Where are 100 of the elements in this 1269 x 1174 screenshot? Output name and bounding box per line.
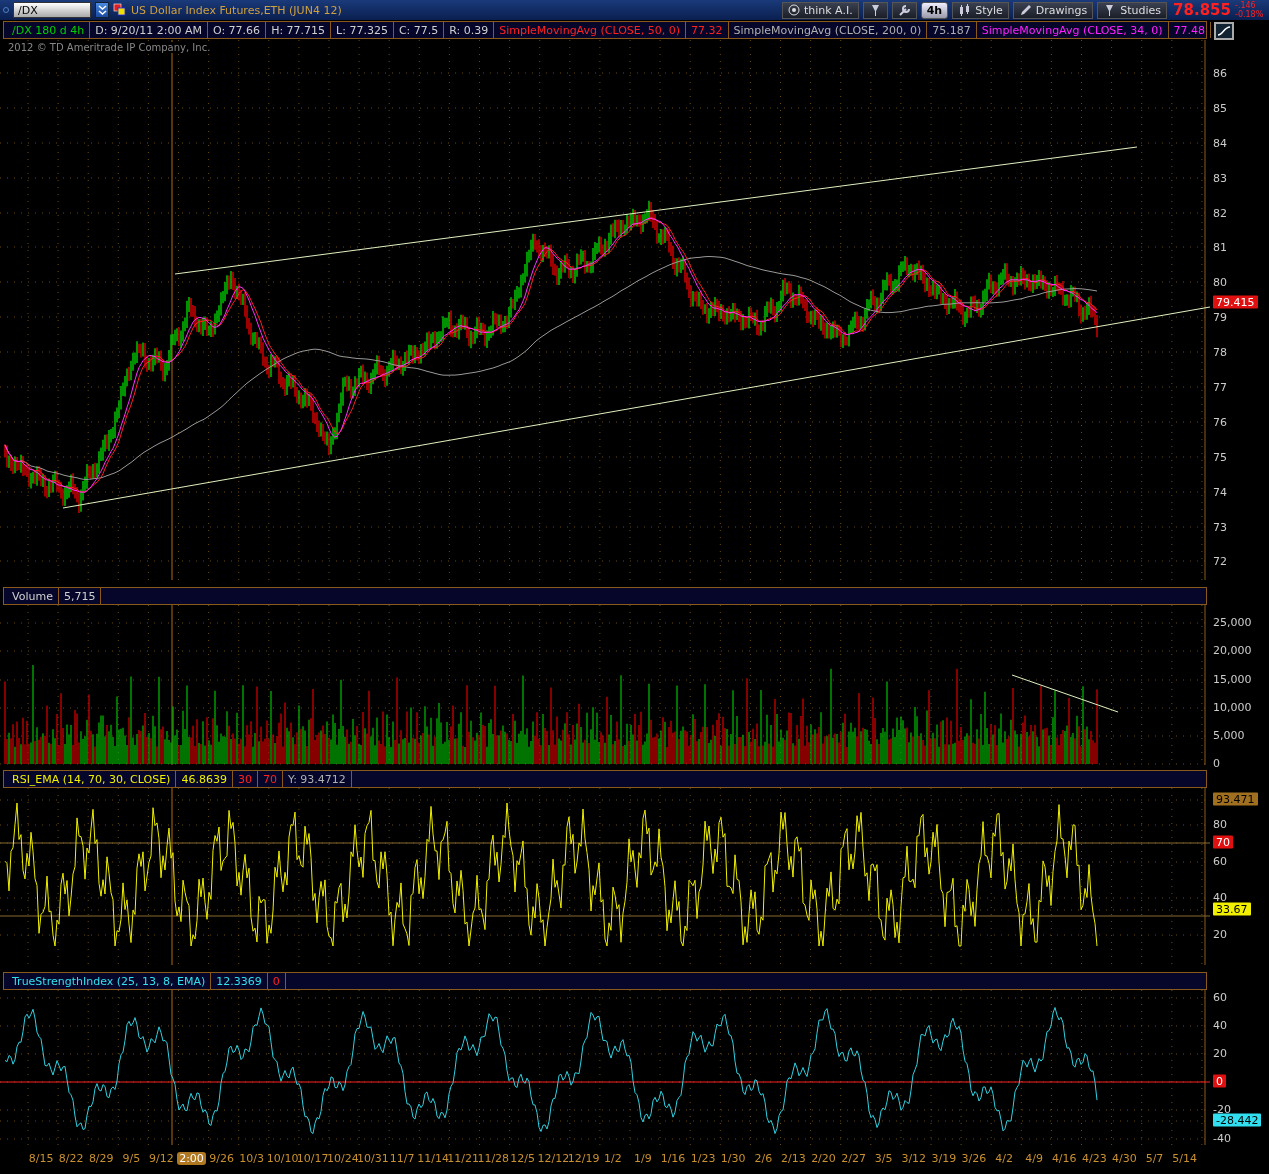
axis-label: 40 (1213, 1018, 1227, 1032)
net-change: -.146 (1235, 1, 1257, 10)
date-label: 11/21 (447, 1152, 478, 1165)
study-label: 75.187 (927, 22, 977, 38)
drawings-button[interactable]: Drawings (1012, 1, 1094, 19)
think-ai-button[interactable]: think A.I. (781, 1, 859, 19)
study-label: SimpleMovingAvg (CLOSE, 200, 0) (728, 22, 928, 38)
axis-value-marker: 70 (1213, 835, 1233, 849)
date-label: 12/5 (509, 1152, 536, 1165)
study-label: 12.3369 (211, 973, 268, 989)
date-label: 3/19 (930, 1152, 958, 1165)
study-label: Y: 93.4712 (282, 771, 352, 787)
date-label: 1/2 (602, 1152, 623, 1165)
date-label: 10/31 (357, 1152, 388, 1165)
date-label: 11/7 (388, 1152, 416, 1165)
study-label: H: 77.715 (266, 22, 332, 38)
axis-label: 77 (1213, 380, 1227, 394)
axis-label: 60 (1213, 854, 1227, 868)
squares-icon[interactable] (113, 3, 127, 17)
axis-label: 20,000 (1213, 643, 1252, 657)
study-label: 77.48 (1168, 22, 1212, 38)
pencil-icon (1018, 3, 1032, 17)
study-label: 30 (232, 771, 258, 787)
date-label: 1/9 (633, 1152, 653, 1165)
last-price: 78.855 (1173, 1, 1231, 19)
axis-label: 20 (1213, 927, 1227, 941)
axis-label: 5,000 (1213, 728, 1245, 742)
date-label: 10/10 (266, 1152, 297, 1165)
date-label: 3/5 (873, 1152, 894, 1165)
study-label: R: 0.39 (444, 22, 495, 38)
study-label: 0 (267, 973, 286, 989)
date-label: 2:00 (177, 1152, 206, 1165)
symbol-field[interactable]: /DX (13, 2, 91, 18)
chevron-icon (97, 4, 107, 16)
axis-label: -40 (1213, 1131, 1231, 1145)
study-label: O: 77.66 (207, 22, 267, 38)
date-label: 11/14 (417, 1152, 448, 1165)
date-label: 9/5 (121, 1152, 142, 1165)
date-label: 2/27 (840, 1152, 867, 1165)
study-label: D: 9/20/11 2:00 AM (90, 22, 208, 38)
date-label: 4/9 (1024, 1152, 1044, 1165)
axis-label: 72 (1213, 554, 1227, 568)
wrench-icon (897, 3, 911, 17)
date-label: 9/12 (148, 1152, 175, 1165)
aggregation-button[interactable]: 4h (920, 1, 949, 19)
curve-icon[interactable] (1214, 22, 1234, 40)
study-label: RSI_EMA (14, 70, 30, CLOSE) (4, 771, 177, 787)
date-label: 1/16 (659, 1152, 687, 1165)
axis-label: 83 (1213, 171, 1227, 185)
axis-label: 81 (1213, 240, 1227, 254)
axis-label: 40 (1213, 890, 1227, 904)
candles-icon (958, 3, 972, 17)
quick-studies-button[interactable] (862, 1, 888, 19)
study-label: /DX 180 d 4h (4, 22, 91, 38)
copyright-text: 2012 © TD Ameritrade IP Company, Inc. (8, 42, 211, 53)
date-label: 3/26 (960, 1152, 988, 1165)
percent-change: -0.18% (1235, 10, 1265, 19)
date-label: 4/2 (994, 1152, 1014, 1165)
study-label: C: 77.5 (393, 22, 445, 38)
axis-label: 86 (1213, 66, 1227, 80)
studies-button[interactable]: Studies (1097, 1, 1168, 19)
axis-label: 84 (1213, 136, 1227, 150)
axis-label: 78 (1213, 345, 1227, 359)
axis-value-marker: 0 (1213, 1074, 1226, 1088)
study-label: 70 (257, 771, 283, 787)
dropdown-button[interactable] (95, 2, 109, 18)
date-label: 4/30 (1111, 1152, 1138, 1165)
axis-label: 20 (1213, 1046, 1227, 1060)
study-label: TrueStrengthIndex (25, 13, 8, EMA) (4, 973, 212, 989)
axis-label: 15,000 (1213, 672, 1252, 686)
style-button[interactable]: Style (952, 1, 1009, 19)
study-label: 5,715 (58, 588, 102, 604)
axis-label: 80 (1213, 275, 1227, 289)
axis-label: 73 (1213, 520, 1227, 534)
study-label: 77.32 (686, 22, 729, 38)
date-label: 2/13 (780, 1152, 807, 1165)
axis-label: 25,000 (1213, 615, 1252, 629)
axis-label: 74 (1213, 485, 1227, 499)
axis-label: 10,000 (1213, 700, 1252, 714)
date-label: 2/20 (810, 1152, 837, 1165)
axis-label: -20 (1213, 1102, 1231, 1116)
date-label: 8/22 (57, 1152, 85, 1165)
date-label: 4/16 (1050, 1152, 1078, 1165)
settings-button[interactable] (891, 1, 917, 19)
date-label: 5/7 (1144, 1152, 1165, 1165)
axis-label: 60 (1213, 990, 1227, 1004)
axis-label: 80 (1213, 817, 1227, 831)
axis-label: 75 (1213, 450, 1227, 464)
date-label: 9/26 (208, 1152, 235, 1165)
date-label: 2/6 (753, 1152, 774, 1165)
date-label: 1/23 (689, 1152, 717, 1165)
axis-value-marker: 93.471 (1213, 792, 1258, 806)
study-label: 46.8639 (176, 771, 233, 787)
axis-label: 85 (1213, 101, 1227, 115)
date-label: 3/12 (900, 1152, 928, 1165)
axis-label: 0 (1213, 756, 1220, 770)
study-label: L: 77.325 (331, 22, 394, 38)
axis-value-marker: 79.415 (1213, 295, 1258, 309)
study-label: SimpleMovingAvg (CLOSE, 34, 0) (976, 22, 1169, 38)
study-label: SimpleMovingAvg (CLOSE, 50, 0) (494, 22, 687, 38)
